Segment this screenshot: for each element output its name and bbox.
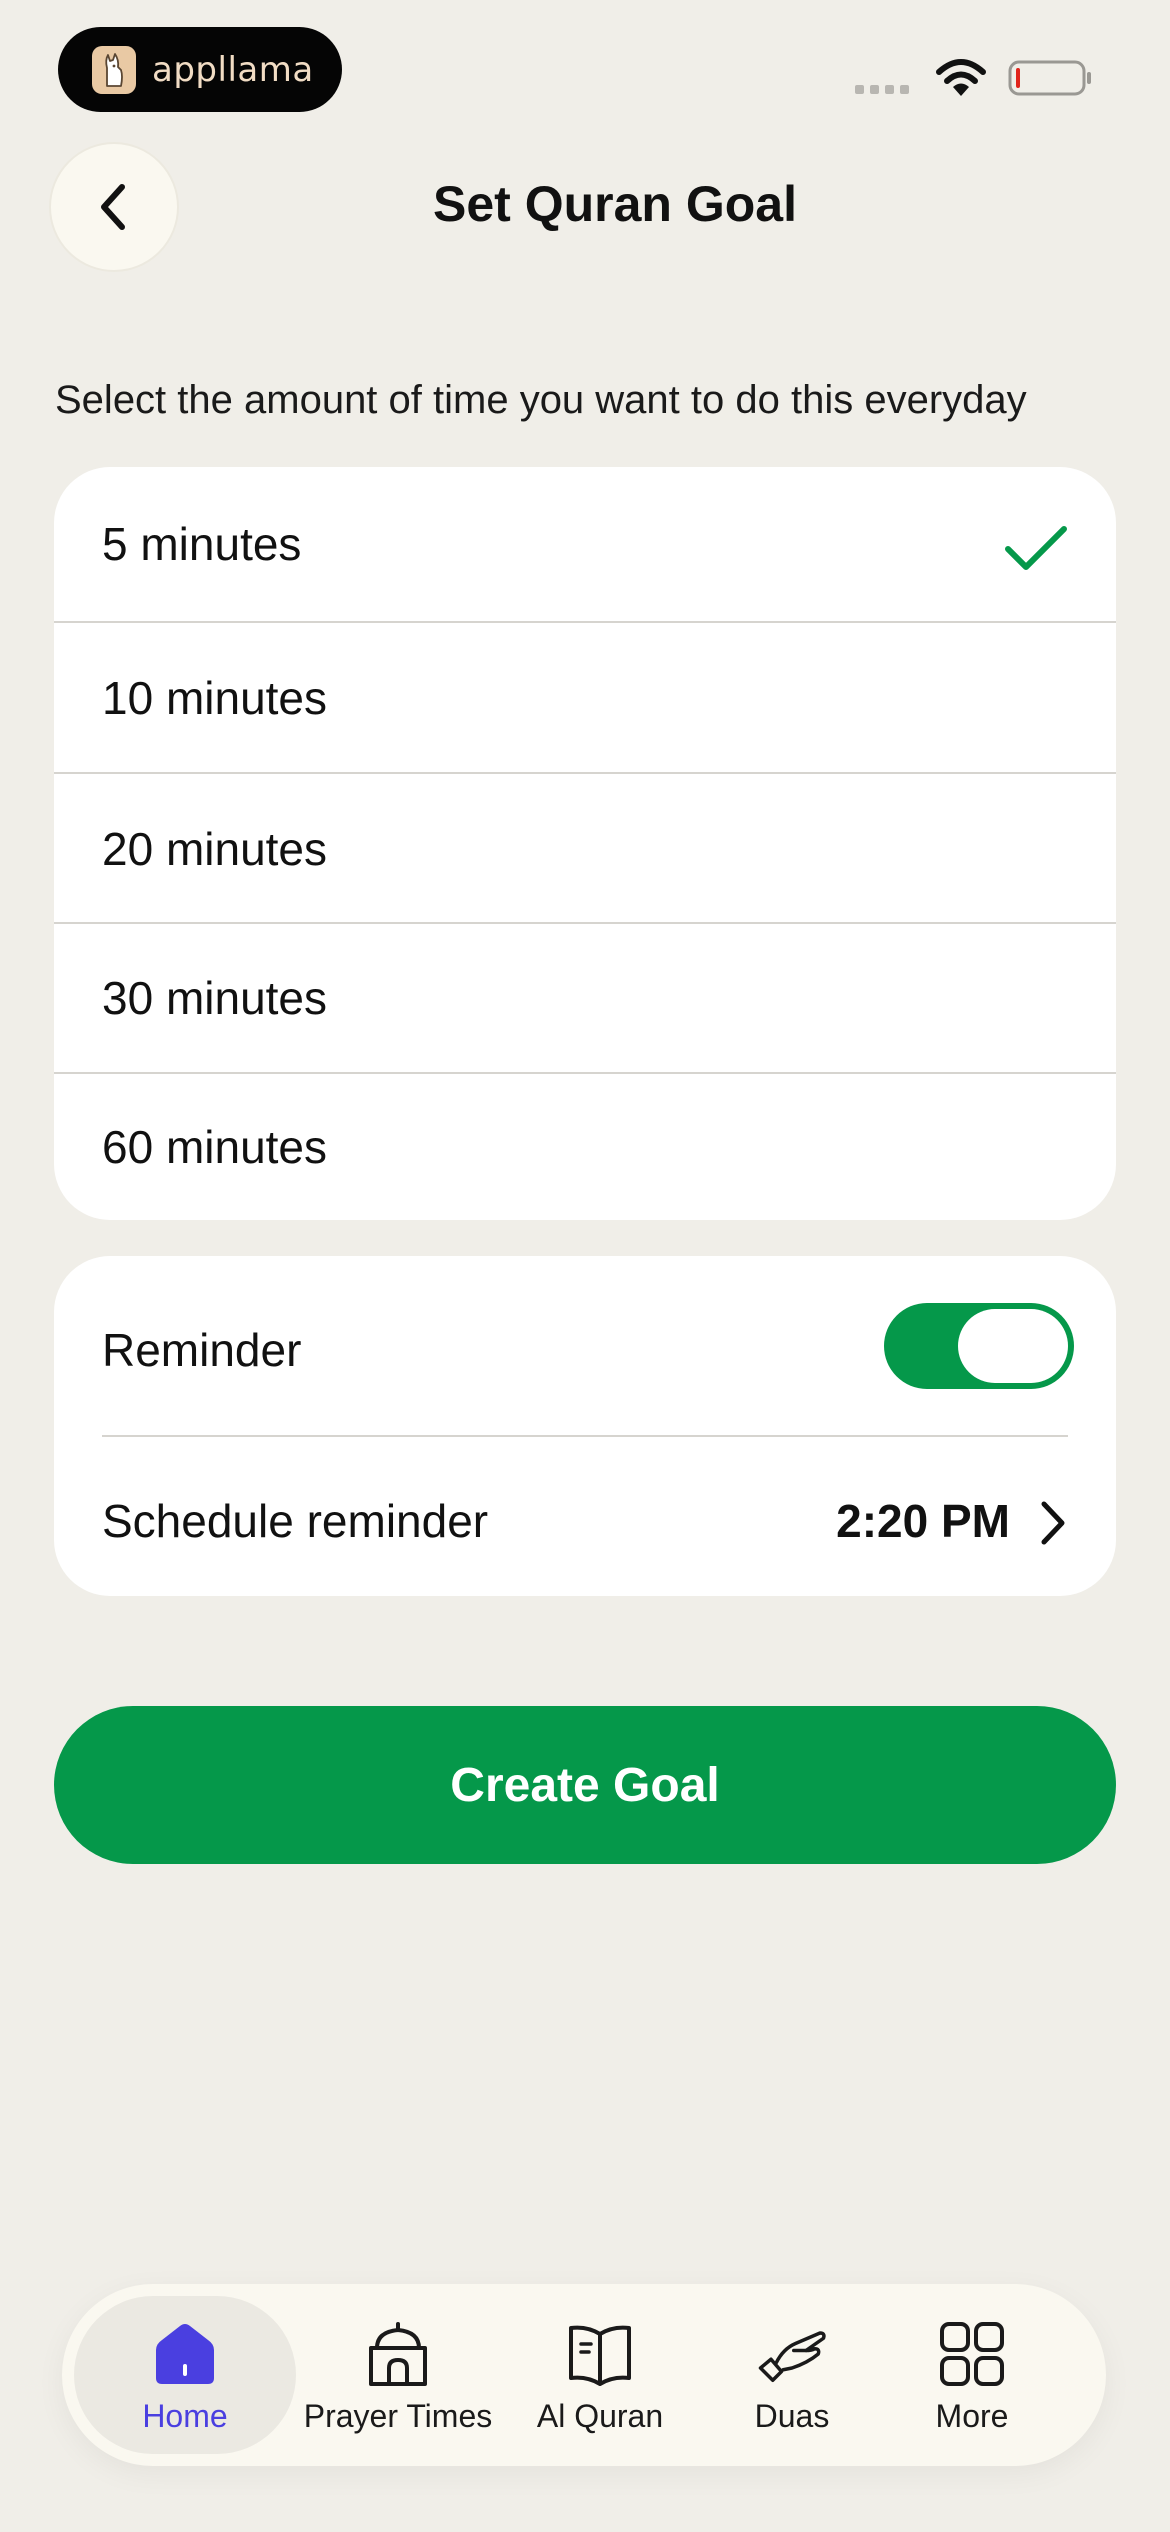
duration-option-label: 60 minutes <box>102 1121 328 1173</box>
nav-label: Home <box>142 2398 228 2434</box>
nav-label: More <box>935 2398 1009 2434</box>
bottom-nav: Home Prayer Times Al Quran Duas More <box>62 2284 1106 2466</box>
brand-badge[interactable]: appllama <box>58 27 342 112</box>
brand-name: appllama <box>152 49 314 90</box>
schedule-reminder-time[interactable]: 2:20 PM <box>836 1494 1010 1548</box>
create-goal-button[interactable]: Create Goal <box>54 1706 1116 1864</box>
duration-options-list: 5 minutes 10 minutes 20 minutes 30 minut… <box>54 467 1116 1220</box>
reminder-toggle[interactable] <box>884 1303 1074 1389</box>
home-icon <box>156 2324 214 2384</box>
instruction-text: Select the amount of time you want to do… <box>55 378 1027 422</box>
reminder-label: Reminder <box>102 1324 302 1376</box>
nav-item-al-quran[interactable]: Al Quran <box>520 2284 680 2466</box>
nav-item-home[interactable]: Home <box>74 2284 296 2466</box>
chevron-right-icon[interactable] <box>1038 1498 1068 1548</box>
duration-option-label: 10 minutes <box>102 672 328 724</box>
duration-option-5[interactable]: 5 minutes <box>54 467 1116 621</box>
duration-option-60[interactable]: 60 minutes <box>54 1074 1116 1220</box>
nav-item-more[interactable]: More <box>902 2284 1042 2466</box>
reminder-settings-card: Reminder Schedule reminder 2:20 PM <box>54 1256 1116 1596</box>
schedule-reminder-label[interactable]: Schedule reminder <box>102 1494 488 1548</box>
page-title: Set Quran Goal <box>433 176 797 232</box>
toggle-knob <box>958 1309 1068 1383</box>
mosque-icon <box>369 2322 427 2386</box>
duration-option-label: 20 minutes <box>102 823 328 875</box>
wifi-icon <box>936 59 986 96</box>
grid-icon <box>940 2322 1004 2386</box>
book-icon <box>569 2325 631 2386</box>
status-bar: appllama <box>0 0 1170 140</box>
battery-icon <box>1008 60 1091 96</box>
nav-label: Al Quran <box>536 2398 664 2434</box>
praying-hands-icon <box>758 2331 826 2382</box>
nav-item-prayer-times[interactable]: Prayer Times <box>298 2284 498 2466</box>
nav-item-duas[interactable]: Duas <box>712 2284 872 2466</box>
duration-option-30[interactable]: 30 minutes <box>54 924 1116 1072</box>
divider <box>102 1435 1068 1437</box>
duration-option-20[interactable]: 20 minutes <box>54 774 1116 924</box>
duration-option-label: 5 minutes <box>102 518 302 570</box>
duration-option-label: 30 minutes <box>102 972 328 1024</box>
nav-label: Prayer Times <box>303 2398 493 2434</box>
duration-option-10[interactable]: 10 minutes <box>54 623 1116 773</box>
checkmark-icon <box>1005 526 1067 570</box>
llama-logo-icon <box>92 45 136 94</box>
cellular-signal-icon <box>855 85 909 94</box>
nav-label: Duas <box>754 2398 830 2434</box>
